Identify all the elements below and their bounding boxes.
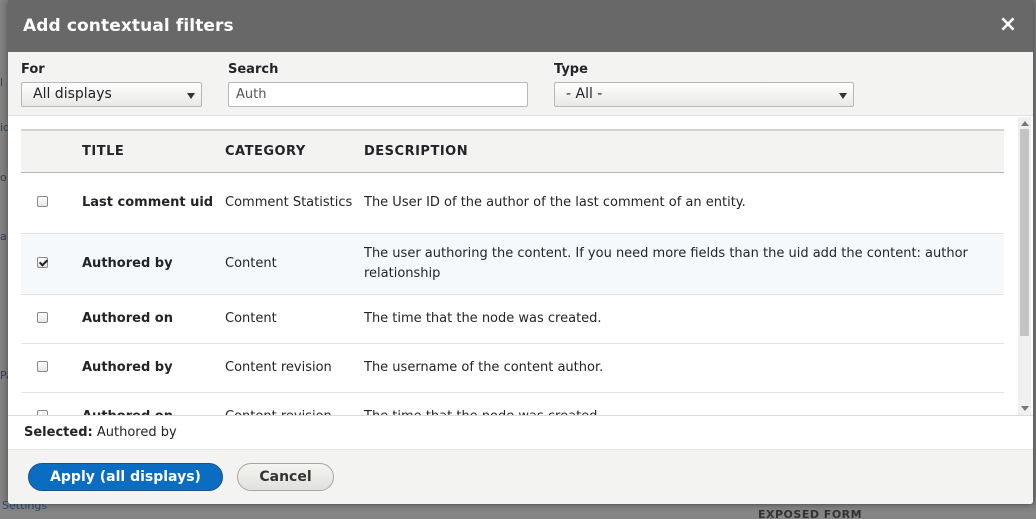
row-description: The User ID of the author of the last co… — [364, 194, 746, 210]
selected-summary: Selected: Authored by — [8, 415, 1033, 449]
for-select[interactable]: All displays — [21, 82, 202, 107]
row-checkbox[interactable] — [37, 360, 48, 372]
checkbox-column-header — [21, 130, 82, 172]
scroll-down-icon[interactable] — [1021, 406, 1029, 411]
table-row[interactable]: Authored by Content The user authoring t… — [21, 233, 1004, 294]
close-icon[interactable]: × — [997, 14, 1019, 36]
scrollbar-thumb[interactable] — [1020, 129, 1029, 336]
table-row[interactable]: Authored on Content The time that the no… — [21, 294, 1004, 343]
row-title: Authored on — [82, 310, 173, 326]
column-header-category: CATEGORY — [225, 143, 306, 159]
bg-fragment: l — [0, 76, 4, 89]
bg-fragment: a — [0, 230, 7, 243]
search-filter: Search Auth — [228, 62, 528, 107]
scroll-up-icon[interactable] — [1021, 121, 1029, 126]
row-description: The user authoring the content. If you n… — [364, 245, 968, 281]
add-contextual-filters-dialog: Add contextual filters × For All display… — [8, 0, 1033, 504]
bg-fragment: o — [0, 171, 7, 184]
row-title: Authored on — [82, 392, 225, 416]
search-input[interactable]: Auth — [228, 82, 528, 107]
search-label: Search — [228, 62, 279, 77]
row-checkbox[interactable] — [37, 311, 48, 323]
for-select-value: All displays — [33, 86, 112, 102]
dialog-actions: Apply (all displays) Cancel — [8, 449, 1033, 504]
background-bottom-strip — [0, 505, 1036, 519]
type-select[interactable]: - All - — [554, 82, 854, 107]
row-description: The username of the content author. — [364, 359, 604, 375]
filter-table-wrapper: TITLE CATEGORY DESCRIPTION Last comment … — [21, 129, 1004, 415]
row-category: Content revision — [225, 392, 364, 416]
column-header-description: DESCRIPTION — [364, 143, 469, 159]
cancel-button[interactable]: Cancel — [237, 463, 334, 491]
for-label: For — [21, 62, 45, 77]
table-row[interactable]: Authored by Content revision The usernam… — [21, 343, 1004, 392]
filter-list-area[interactable]: TITLE CATEGORY DESCRIPTION Last comment … — [8, 117, 1033, 415]
row-category: Content — [225, 310, 277, 326]
row-category: Comment Statistics — [225, 194, 353, 210]
table-row[interactable]: Last comment uid Comment Statistics The … — [21, 172, 1004, 233]
selected-value: Authored by — [96, 425, 177, 440]
apply-button[interactable]: Apply (all displays) — [28, 463, 223, 491]
type-filter: Type - All - — [554, 62, 854, 107]
dialog-title: Add contextual filters — [23, 16, 234, 36]
bg-exposed-form-heading: EXPOSED FORM — [758, 508, 863, 519]
row-title: Last comment uid — [82, 194, 214, 210]
row-checkbox[interactable] — [37, 256, 48, 268]
for-filter: For All displays — [21, 62, 202, 107]
type-label: Type — [554, 62, 588, 77]
dialog-titlebar: Add contextual filters × — [8, 0, 1033, 52]
filter-table: TITLE CATEGORY DESCRIPTION Last comment … — [21, 129, 1004, 415]
list-scrollbar[interactable] — [1018, 117, 1031, 415]
row-title: Authored by — [82, 359, 173, 375]
row-checkbox[interactable] — [37, 195, 48, 207]
selected-label: Selected: — [24, 425, 93, 440]
type-select-value: - All - — [566, 86, 603, 102]
row-description: The time that the node was created. — [364, 392, 1004, 416]
row-title: Authored by — [82, 255, 173, 271]
table-header-row: TITLE CATEGORY DESCRIPTION — [21, 130, 1004, 172]
filter-bar: For All displays Search Auth Type - All … — [8, 52, 1033, 116]
chevron-down-icon — [839, 93, 847, 99]
chevron-down-icon — [187, 93, 195, 99]
column-header-title: TITLE — [82, 143, 125, 159]
row-description: The time that the node was created. — [364, 310, 602, 326]
row-category: Content revision — [225, 359, 332, 375]
row-category: Content — [225, 255, 277, 271]
table-row[interactable]: Authored on Content revision The time th… — [21, 392, 1004, 415]
